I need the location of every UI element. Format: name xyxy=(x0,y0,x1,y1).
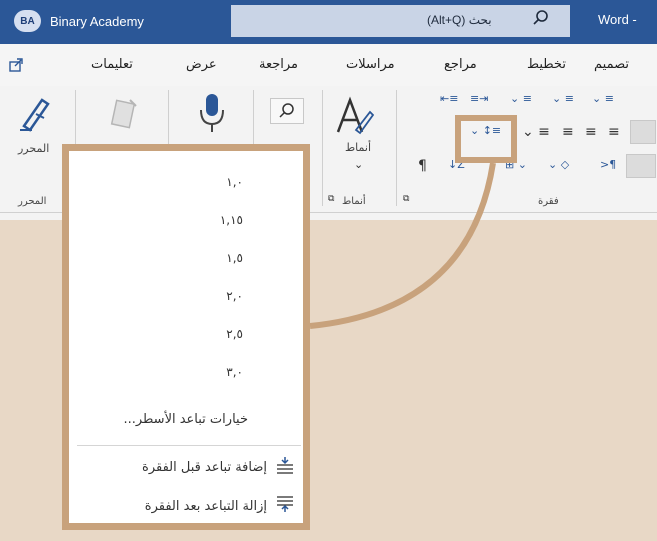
add-space-before-label: إضافة تباعد قبل الفقرة xyxy=(142,459,267,475)
spacing-option-2-0[interactable]: ٢,٠ xyxy=(226,289,243,303)
menu-divider xyxy=(77,445,301,446)
spacing-option-3-0[interactable]: ٣,٠ xyxy=(226,365,243,379)
spacing-option-2-5[interactable]: ٢,٥ xyxy=(226,327,243,341)
remove-space-after-item[interactable]: إزالة التباعد بعد الفقرة xyxy=(145,495,295,517)
spacing-option-1-15[interactable]: ١,١٥ xyxy=(220,213,243,227)
remove-space-after-label: إزالة التباعد بعد الفقرة xyxy=(144,498,267,514)
line-spacing-options-link[interactable]: خيارات تباعد الأسطر... xyxy=(123,412,248,427)
line-spacing-highlight xyxy=(455,115,517,163)
spacing-option-1-0[interactable]: ١,٠ xyxy=(226,175,243,189)
remove-space-after-icon xyxy=(267,495,295,517)
add-space-before-item[interactable]: إضافة تباعد قبل الفقرة xyxy=(142,456,295,478)
line-spacing-menu: ١,٠ ١,١٥ ١,٥ ٢,٠ ٢,٥ ٣,٠ خيارات تباعد ال… xyxy=(62,144,310,530)
spacing-option-1-5[interactable]: ١,٥ xyxy=(226,251,243,265)
add-space-before-icon xyxy=(267,456,295,478)
